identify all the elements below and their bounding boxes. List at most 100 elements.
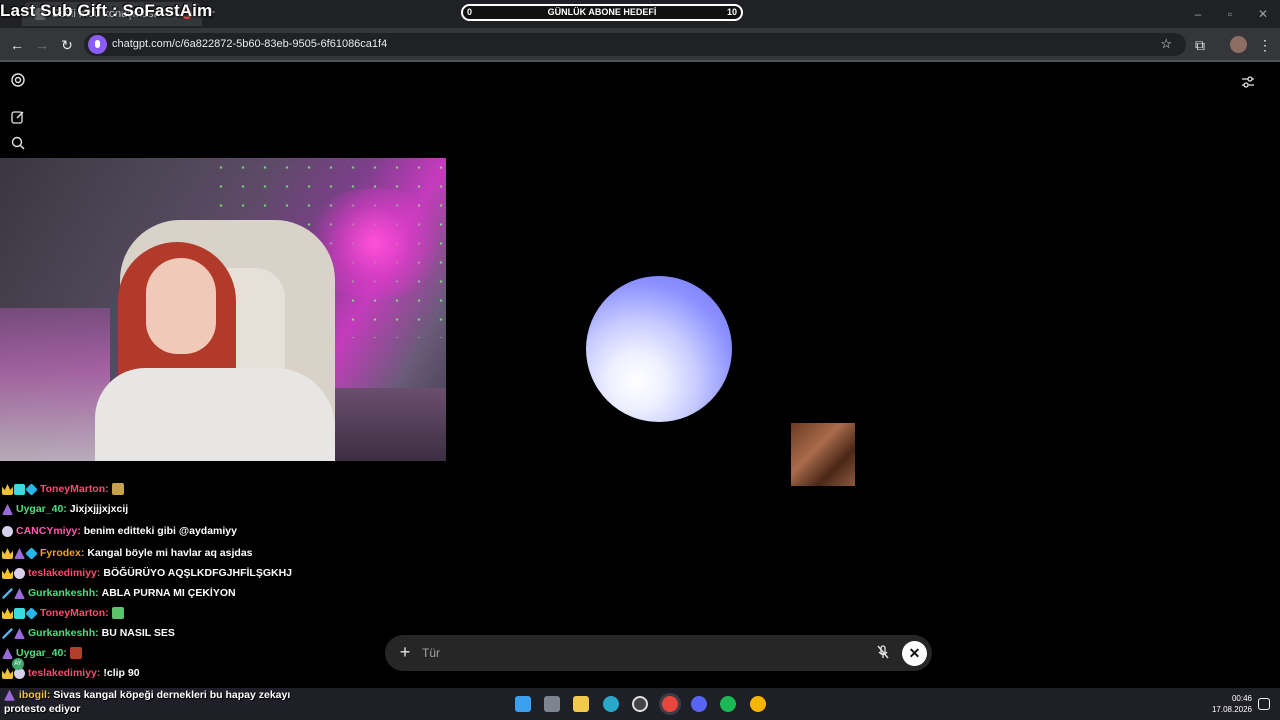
chatgpt-voice-page: ToneyMarton: Uygar_40: Jixjxjjjxjxcij CANCY… [0,64,1280,688]
chat-text: BÖĞÜRÜYO AQŞLKDFGJHFİLŞGKHJ [103,567,292,579]
start-menu-icon[interactable] [515,696,531,712]
site-info-icon[interactable] [88,35,107,54]
floating-thumbnail [791,423,855,486]
mute-microphone-icon[interactable] [875,644,891,660]
viewer-avatar: AY [12,658,24,670]
spotify-icon[interactable] [720,696,736,712]
chat-username: Fyrodex: [40,547,85,559]
chat-emote-icon [69,647,82,660]
voice-mode-orb [586,276,732,422]
chat-username: ToneyMarton: [40,483,109,495]
add-attachment-button[interactable]: + [397,643,413,661]
stream-overlay-title: Last Sub Gift : SoFastAim [0,1,213,20]
chat-text: BU NASIL SES [101,627,175,639]
task-view-icon[interactable] [544,696,560,712]
chat-badges [2,627,26,639]
browser-toolbar: ← → ↻ chatgpt.com/c/6a822872-5b60-83eb-9… [0,28,1280,62]
chat-badges [2,607,38,620]
chat-last-message: ibogil: Sivas kangal köpeği dernekleri b… [4,688,304,716]
composer-placeholder[interactable]: Tür [422,646,440,660]
voice-composer: + Tür ✕ [385,635,932,671]
chat-message: ToneyMarton: [2,483,124,499]
discord-icon[interactable] [691,696,707,712]
notification-icon[interactable] [1258,698,1270,710]
search-icon[interactable] [10,135,26,151]
goal-label: GÜNLÜK ABONE HEDEFİ [547,7,657,17]
clock-date: 17.08.2026 [1211,705,1252,714]
chrome-icon[interactable] [750,696,766,712]
wiz-badge-icon [14,627,25,639]
chat-username: Uygar_40: [16,647,67,659]
chat-badges [2,647,14,659]
sword-badge-icon [2,627,13,639]
window-close-button[interactable]: ✕ [1255,6,1271,22]
chat-username: Uygar_40: [16,503,67,515]
crown-badge-icon [2,567,13,579]
chat-badges [2,587,26,599]
chat-message: ToneyMarton: [2,607,124,623]
chat-badges [2,503,14,515]
chat-emote-icon [111,607,124,620]
chat-message: Gurkankeshh: ABLA PURNA MI ÇEKİYON [2,587,236,603]
chat-badges [2,483,38,496]
chat-text: Jixjxjjjxjxcij [69,503,129,515]
moon-badge-icon [2,525,13,537]
crown-badge-icon [2,483,13,495]
bookmark-star-icon[interactable]: ☆ [1160,36,1172,52]
crown-badge-icon [2,547,13,559]
gem-badge-icon [25,483,38,496]
obs-icon[interactable] [632,696,648,712]
screen: Sesli mod konuşması + – ▫ ✕ Last Sub Gif… [0,0,1280,720]
address-bar[interactable]: chatgpt.com/c/6a822872-5b60-83eb-9505-6f… [84,33,1186,56]
chat-badges [2,525,14,537]
end-voice-button[interactable]: ✕ [902,641,927,666]
chat-badges [2,547,38,560]
chat-username: Gurkankeshh: [28,587,99,599]
gem-badge-icon [25,607,38,620]
new-chat-icon[interactable] [10,109,26,125]
profile-avatar[interactable] [1230,36,1247,53]
voice-settings-icon[interactable] [1240,74,1256,90]
browser-menu-icon[interactable]: ⋮ [1256,36,1274,54]
url-text: chatgpt.com/c/6a822872-5b60-83eb-9505-6f… [112,38,388,50]
goal-target: 10 [726,7,737,17]
wiz-badge-icon [2,503,13,515]
chat-username: ibogil: [18,689,51,701]
crown-badge-icon [2,607,13,619]
crown-badge-icon [2,667,13,679]
chat-username: teslakedimiyy: [28,567,101,579]
chat-text: Kangal böyle mi havlar aq asjdas [87,547,253,559]
file-explorer-icon[interactable] [573,696,589,712]
forward-button[interactable]: → [33,36,51,54]
chat-username: Gurkankeshh: [28,627,99,639]
minimize-button[interactable]: – [1190,6,1206,22]
back-button[interactable]: ← [8,36,26,54]
openai-logo-icon[interactable] [10,72,26,88]
chat-message: Fyrodex: Kangal böyle mi havlar aq asjdas [2,547,253,563]
maximize-button[interactable]: ▫ [1222,6,1238,22]
chat-message: Uygar_40: Jixjxjjjxjxcij [2,503,128,519]
sub-badge-icon [14,607,25,619]
chat-username: ToneyMarton: [40,607,109,619]
sword-badge-icon [2,587,13,599]
wiz-badge-icon [14,547,25,559]
reload-button[interactable]: ↻ [58,36,76,54]
chat-username: teslakedimiyy: [28,667,101,679]
moon-badge-icon [14,567,25,579]
extensions-icon[interactable]: ⧉ [1191,36,1209,54]
wiz-badge-icon [2,647,13,659]
chat-text: !clip 90 [103,667,140,679]
sub-badge-icon [14,483,25,495]
chat-text: ABLA PURNA MI ÇEKİYON [101,587,236,599]
streamer-webcam [0,158,446,461]
chat-message: teslakedimiyy: BÖĞÜRÜYO AQŞLKDFGJHFİLŞGKH… [2,567,292,583]
gem-badge-icon [25,547,38,560]
chrome-profile-icon[interactable] [662,696,678,712]
wiz-badge-icon [14,587,25,599]
chat-emote-icon [111,483,124,496]
chat-message: teslakedimiyy: !clip 90 [2,667,140,683]
edge-icon[interactable] [603,696,619,712]
chat-message: CANCYmiyy: benim editteki gibi @aydamiyy [2,525,237,541]
chat-username: CANCYmiyy: [16,525,81,537]
chat-text: benim editteki gibi @aydamiyy [83,525,237,537]
